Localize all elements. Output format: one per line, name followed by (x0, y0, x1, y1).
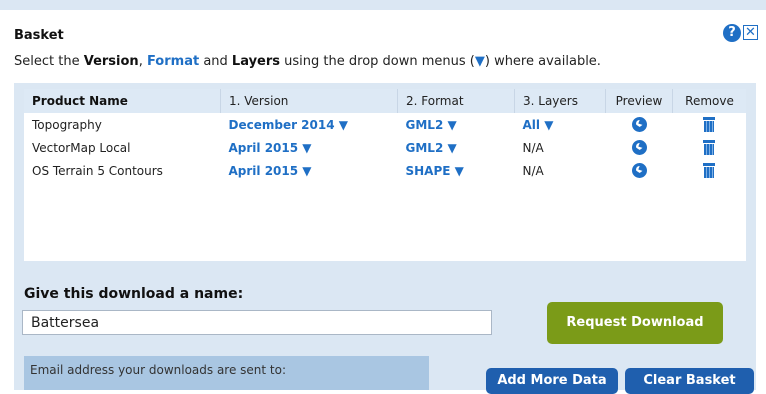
table-header-row: Product Name 1. Version 2. Format 3. Lay… (24, 89, 746, 113)
close-icon[interactable]: ✕ (743, 25, 758, 40)
preview-cell (606, 113, 673, 136)
remove-cell (673, 136, 747, 159)
table-row: VectorMap Local April 2015 ▼ GML2 ▼ N/A (24, 136, 746, 159)
download-name-label: Give this download a name: (24, 286, 244, 302)
header-product-name: Product Name (24, 89, 221, 113)
product-name-cell: VectorMap Local (32, 140, 131, 155)
preview-cell (606, 136, 673, 159)
preview-cell (606, 159, 673, 182)
top-divider (0, 0, 766, 10)
product-name-cell: OS Terrain 5 Contours (32, 163, 163, 178)
format-dropdown[interactable]: GML2 ▼ (398, 136, 515, 159)
globe-preview-icon[interactable] (631, 140, 647, 155)
version-dropdown[interactable]: April 2015 ▼ (221, 136, 398, 159)
table-row: OS Terrain 5 Contours April 2015 ▼ SHAPE… (24, 159, 746, 182)
remove-cell (673, 113, 747, 136)
format-dropdown[interactable]: GML2 ▼ (398, 113, 515, 136)
instructions-text: Select the Version, Format and Layers us… (14, 54, 601, 69)
version-dropdown[interactable]: December 2014 ▼ (221, 113, 398, 136)
layers-dropdown[interactable]: All ▼ (515, 113, 606, 136)
format-dropdown[interactable]: SHAPE ▼ (398, 159, 515, 182)
header-remove: Remove (672, 89, 746, 113)
clear-basket-button[interactable]: Clear Basket (625, 368, 754, 394)
download-name-input[interactable] (22, 310, 492, 335)
basket-title: Basket (14, 28, 64, 43)
product-name-cell: Topography (32, 117, 102, 132)
globe-preview-icon[interactable] (631, 163, 647, 178)
header-format: 2. Format (397, 89, 515, 113)
basket-table-panel: Product Name 1. Version 2. Format 3. Lay… (14, 83, 756, 268)
help-icon[interactable]: ? (723, 24, 741, 42)
header-layers: 3. Layers (514, 89, 606, 113)
trash-icon[interactable] (703, 163, 716, 178)
globe-preview-icon[interactable] (631, 117, 647, 132)
basket-table: Product Name 1. Version 2. Format 3. Lay… (24, 89, 746, 182)
header-preview: Preview (605, 89, 673, 113)
remove-cell (673, 159, 747, 182)
layers-value: N/A (522, 163, 544, 178)
table-row: Topography December 2014 ▼ GML2 ▼ All ▼ (24, 113, 746, 136)
trash-icon[interactable] (703, 140, 716, 155)
layers-value: N/A (522, 140, 544, 155)
dropdown-arrow-icon: ▼ (474, 54, 485, 69)
version-dropdown[interactable]: April 2015 ▼ (221, 159, 398, 182)
add-more-data-button[interactable]: Add More Data (486, 368, 618, 394)
request-download-button[interactable]: Request Download (547, 302, 723, 344)
email-field[interactable]: Email address your downloads are sent to… (24, 356, 429, 390)
trash-icon[interactable] (703, 117, 716, 132)
basket-table-container: Product Name 1. Version 2. Format 3. Lay… (24, 89, 746, 261)
header-version: 1. Version (220, 89, 398, 113)
